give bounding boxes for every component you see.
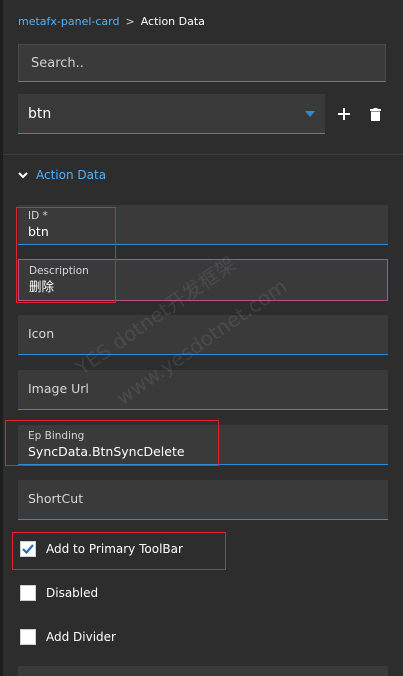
shortcut-field[interactable]: ShortCut <box>18 480 388 520</box>
breadcrumb-current: Action Data <box>140 15 205 28</box>
ep-binding-field[interactable]: Ep Binding SyncData.BtnSyncDelete <box>18 425 388 465</box>
primary-toolbar-checkbox-row[interactable]: Add to Primary ToolBar <box>20 541 183 557</box>
add-action-button[interactable] <box>333 103 355 125</box>
delete-action-button[interactable] <box>364 103 386 125</box>
description-field-value: 删除 <box>29 279 55 294</box>
shortcut-field-label: ShortCut <box>28 491 84 506</box>
section-divider <box>3 154 403 155</box>
next-field-partial <box>18 666 388 676</box>
left-edge-divider <box>0 0 3 676</box>
icon-field[interactable]: Icon <box>18 315 388 355</box>
ep-binding-field-label: Ep Binding <box>28 430 85 442</box>
disabled-label: Disabled <box>46 586 99 600</box>
description-field-label: Description <box>29 265 89 277</box>
search-input[interactable] <box>29 54 375 72</box>
chevron-down-icon <box>18 171 28 178</box>
ep-binding-field-value: SyncData.BtnSyncDelete <box>28 444 185 459</box>
section-title: Action Data <box>36 168 107 182</box>
plus-icon <box>338 108 350 120</box>
primary-toolbar-checkbox[interactable] <box>20 541 36 557</box>
breadcrumb-separator: > <box>125 15 135 28</box>
disabled-checkbox-row[interactable]: Disabled <box>20 585 98 601</box>
caret-down-icon <box>305 110 315 117</box>
breadcrumb-parent-link[interactable]: metafx-panel-card <box>18 15 119 28</box>
checkmark-icon <box>22 544 34 555</box>
section-header-action-data[interactable]: Action Data <box>18 165 106 185</box>
description-field[interactable]: Description 删除 <box>18 259 388 301</box>
action-selector-value: btn <box>28 105 52 122</box>
divider-checkbox-row[interactable]: Add Divider <box>20 629 116 645</box>
divider-checkbox[interactable] <box>20 629 36 645</box>
breadcrumb: metafx-panel-card > Action Data <box>18 15 205 28</box>
icon-field-label: Icon <box>28 326 55 341</box>
id-field-value: btn <box>28 224 49 239</box>
action-selector[interactable]: btn <box>18 94 325 134</box>
trash-icon <box>369 107 381 121</box>
id-field[interactable]: ID * btn <box>18 205 388 245</box>
divider-label: Add Divider <box>46 630 116 644</box>
image-url-field[interactable]: Image Url <box>18 370 388 410</box>
id-field-label: ID * <box>28 210 48 222</box>
disabled-checkbox[interactable] <box>20 585 36 601</box>
image-url-field-label: Image Url <box>28 381 89 396</box>
primary-toolbar-label: Add to Primary ToolBar <box>46 542 183 556</box>
action-data-panel: metafx-panel-card > Action Data btn Acti… <box>0 0 403 676</box>
search-box[interactable] <box>18 44 386 82</box>
